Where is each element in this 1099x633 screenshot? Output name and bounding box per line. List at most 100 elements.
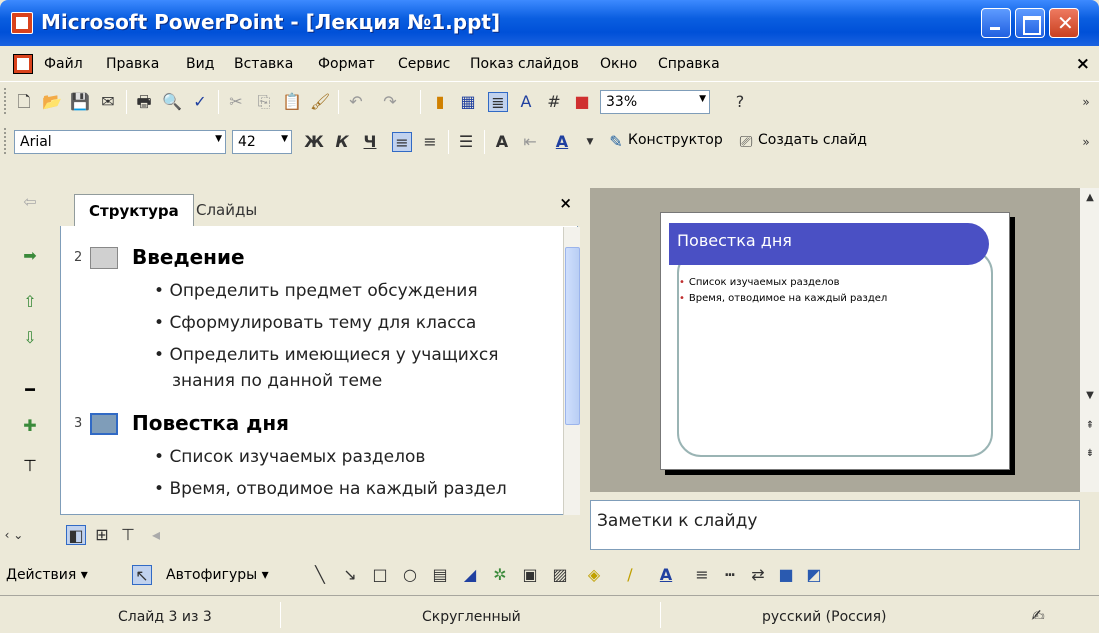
font-size-select[interactable]: 42 ▼ [232, 130, 292, 154]
move-up-icon[interactable]: ⇧ [20, 292, 40, 312]
align-center-icon[interactable]: ≡ [420, 132, 440, 152]
notes-pane[interactable]: Заметки к слайду [590, 500, 1080, 550]
menu-help[interactable]: Справка [658, 56, 720, 72]
format-painter-icon[interactable]: 🖌 [310, 92, 330, 112]
undo-icon[interactable]: ↶ [346, 92, 366, 112]
grid-icon[interactable]: # [544, 92, 564, 112]
menu-slide-show[interactable]: Показ слайдов [470, 56, 579, 72]
print-icon[interactable]: 🖶 [134, 92, 154, 112]
text-box-icon[interactable]: ▤ [430, 565, 450, 585]
new-slide-button[interactable]: Создать слайд [758, 132, 867, 148]
close-button[interactable] [1049, 8, 1079, 38]
outline-bullet[interactable]: • Определить имеющиеся у учащихся [154, 345, 498, 365]
slide-sorter-view-icon[interactable]: ⊞ [92, 525, 112, 545]
scroll-left-icon[interactable]: ◂ [146, 525, 166, 545]
slide-bullet[interactable]: Время, отводимое на каждый раздел [679, 293, 887, 304]
outline-bullet[interactable]: • Список изучаемых разделов [154, 447, 425, 467]
slide-bullet[interactable]: Список изучаемых разделов [679, 277, 840, 288]
arrow-style-icon[interactable]: ⇄ [748, 565, 768, 585]
permission-icon[interactable]: ✉ [98, 92, 118, 112]
outline-scrollbar[interactable] [563, 227, 580, 515]
outline-slide-title[interactable]: Введение [132, 245, 245, 269]
decrease-indent-icon[interactable]: ⇤ [520, 132, 540, 152]
slide-scrollbar[interactable]: ▲ ▼ ⇞ ⇟ [1080, 188, 1099, 492]
slide-show-view-icon[interactable]: ⊤ [118, 525, 138, 545]
pane-close-button[interactable]: × [559, 194, 572, 212]
slide-title[interactable]: Повестка дня [677, 231, 792, 250]
show-formatting-icon[interactable]: A [516, 92, 536, 112]
clipart-icon[interactable]: ▣ [520, 565, 540, 585]
collapse-icon[interactable]: ━ [20, 380, 40, 400]
print-preview-icon[interactable]: 🔍 [162, 92, 182, 112]
document-close-button[interactable]: × [1076, 54, 1090, 74]
shadow-icon[interactable]: ■ [776, 565, 796, 585]
increase-font-icon[interactable]: A [492, 132, 512, 152]
menu-tools[interactable]: Сервис [398, 56, 450, 72]
picture-icon[interactable]: ▨ [550, 565, 570, 585]
outline-slide-title[interactable]: Повестка дня [132, 411, 289, 435]
save-icon[interactable]: 💾 [70, 92, 90, 112]
actions-menu[interactable]: Действия ▾ [6, 567, 88, 583]
promote-icon[interactable]: ⇦ [20, 192, 40, 212]
toolbar-grip[interactable] [4, 88, 8, 114]
minimize-button[interactable] [981, 8, 1011, 38]
previous-slide-icon[interactable]: ⇞ [1080, 416, 1099, 436]
tab-slides[interactable]: Слайды [182, 194, 271, 226]
menu-edit[interactable]: Правка [106, 56, 159, 72]
open-icon[interactable]: 📂 [42, 92, 62, 112]
bold-button[interactable]: Ж [304, 132, 324, 152]
line-icon[interactable]: ╲ [310, 565, 330, 585]
cut-icon[interactable]: ✂ [226, 92, 246, 112]
help-icon[interactable]: ? [730, 92, 750, 112]
copy-icon[interactable]: ⎘ [254, 92, 274, 112]
insert-chart-icon[interactable]: ▮ [430, 92, 450, 112]
autoshapes-menu[interactable]: Автофигуры ▾ [166, 567, 269, 583]
redo-icon[interactable]: ↷ [380, 92, 400, 112]
menu-format[interactable]: Формат [318, 56, 375, 72]
font-select[interactable]: Arial ▼ [14, 130, 226, 154]
font-color-icon[interactable]: A [656, 565, 676, 585]
outline-bullet[interactable]: • Время, отводимое на каждый раздел [154, 479, 507, 499]
demote-icon[interactable]: ➡ [20, 246, 40, 266]
line-style-icon[interactable]: ≡ [692, 565, 712, 585]
menu-file[interactable]: Файл [44, 56, 83, 72]
scrollbar-thumb[interactable] [565, 247, 580, 425]
outline-bullet[interactable]: • Сформулировать тему для класса [154, 313, 476, 333]
toolbar-grip[interactable] [4, 128, 8, 154]
zoom-select[interactable]: 33% ▼ [600, 90, 710, 114]
summary-slide-icon[interactable]: ⊤ [20, 456, 40, 476]
dash-style-icon[interactable]: ┅ [720, 565, 740, 585]
outline-bullet-continuation[interactable]: знания по данной теме [172, 371, 382, 391]
move-down-icon[interactable]: ⇩ [20, 328, 40, 348]
arrow-icon[interactable]: ↘ [340, 565, 360, 585]
scroll-down-icon[interactable]: ▼ [1080, 386, 1099, 406]
rectangle-icon[interactable]: □ [370, 565, 390, 585]
next-slide-icon[interactable]: ⇟ [1080, 444, 1099, 464]
bullets-icon[interactable]: ☰ [456, 132, 476, 152]
menu-view[interactable]: Вид [186, 56, 214, 72]
expand-all-icon[interactable]: ≣ [488, 92, 508, 112]
tab-structure[interactable]: Структура [74, 194, 194, 226]
toolbar-options-icon[interactable]: » [1076, 132, 1096, 152]
spelling-status-icon[interactable]: ✍ [1028, 606, 1048, 626]
font-color-icon[interactable]: A [552, 132, 572, 152]
italic-button[interactable]: К [332, 132, 352, 152]
color-grayscale-icon[interactable]: ■ [572, 92, 592, 112]
menu-insert[interactable]: Вставка [234, 56, 293, 72]
expand-icon[interactable]: ✚ [20, 416, 40, 436]
chevron-down-icon[interactable]: ▼ [580, 132, 600, 152]
menu-window[interactable]: Окно [600, 56, 637, 72]
3d-icon[interactable]: ◩ [804, 565, 824, 585]
new-icon[interactable]: 🗋 [14, 92, 34, 112]
maximize-button[interactable] [1015, 8, 1045, 38]
toolbar-options-icon[interactable]: » [1076, 92, 1096, 112]
align-left-icon[interactable]: ≡ [392, 132, 412, 152]
oval-icon[interactable]: ○ [400, 565, 420, 585]
slide-icon-selected[interactable] [90, 413, 118, 435]
document-icon[interactable] [13, 54, 33, 74]
spelling-icon[interactable]: ✓ [190, 92, 210, 112]
slide-canvas[interactable]: Повестка дня Список изучаемых разделов В… [660, 212, 1010, 470]
normal-view-icon[interactable]: ◧ [66, 525, 86, 545]
paste-icon[interactable]: 📋 [282, 92, 302, 112]
powerpoint-app-icon[interactable] [11, 12, 33, 34]
